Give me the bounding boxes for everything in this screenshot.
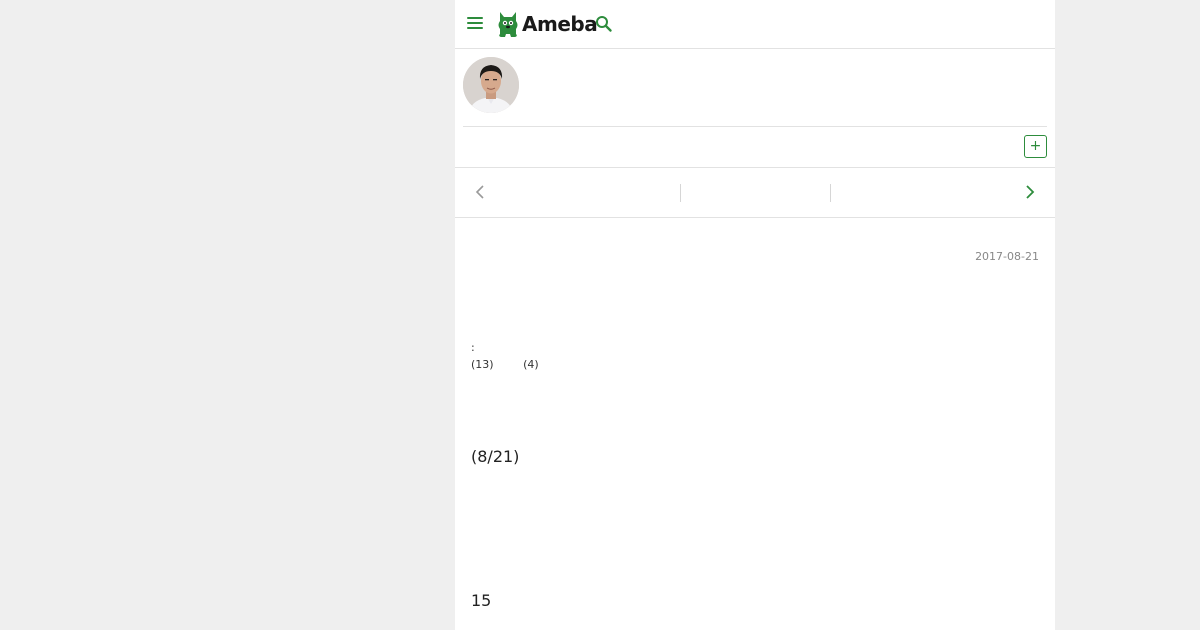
hamburger-menu-icon[interactable] [467, 14, 483, 34]
profile-section [455, 49, 1055, 127]
comment-count[interactable]: (4) [523, 358, 539, 371]
article-date-heading: (8/21) [471, 447, 520, 466]
chevron-left-icon[interactable] [473, 183, 487, 201]
nav-divider [680, 184, 681, 202]
entry-date: 2017-08-21 [975, 250, 1039, 263]
top-header: Ameba [455, 0, 1055, 49]
reaction-counts: (13) (4) [471, 358, 565, 371]
follow-bar: + [455, 127, 1055, 168]
ameba-mascot-icon [498, 12, 518, 37]
follow-button[interactable]: + [1024, 135, 1047, 158]
ameba-logo[interactable]: Ameba [497, 9, 598, 39]
search-icon[interactable] [595, 15, 613, 33]
blog-page: Ameba + 2017-08-21: (13) (4) (8/21) 15 [455, 0, 1055, 630]
article-number-heading: 15 [471, 591, 492, 610]
nav-divider [830, 184, 831, 202]
theme-label: : [471, 341, 475, 354]
chevron-right-icon[interactable] [1023, 183, 1037, 201]
logo-text: Ameba [522, 12, 598, 36]
entry-navigation [455, 168, 1055, 218]
user-avatar[interactable] [463, 57, 519, 113]
like-count[interactable]: (13) [471, 358, 494, 371]
